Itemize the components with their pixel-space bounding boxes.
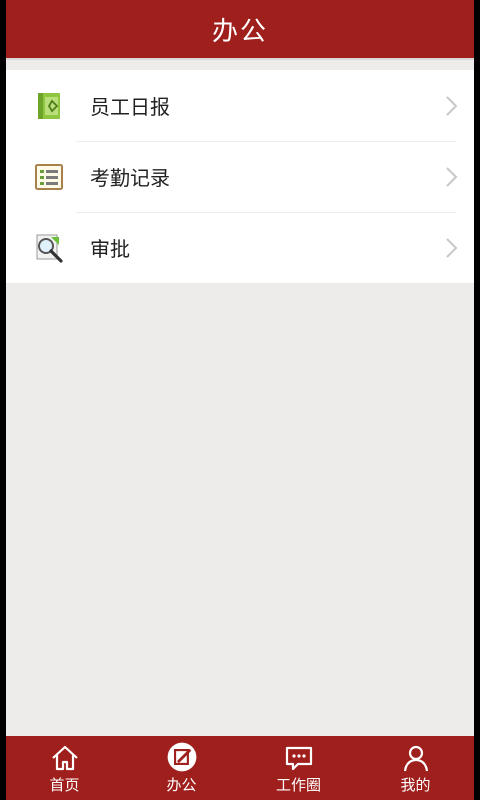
menu-item-approval[interactable]: 审批 [6, 212, 474, 283]
menu-item-label: 审批 [90, 237, 130, 261]
tab-work-circle[interactable]: 工作圈 [240, 736, 357, 800]
magnifier-doc-icon [36, 234, 63, 263]
menu-item-daily-report[interactable]: 员工日报 [6, 70, 474, 141]
tab-mine[interactable]: 我的 [357, 736, 474, 800]
chevron-right-icon [446, 238, 458, 258]
tab-label: 我的 [400, 776, 431, 794]
page-title: 办公 [211, 16, 268, 47]
edit-icon [167, 742, 196, 772]
app-screen: 办公 员工日报 考勤记录 审批 首页 办公 工作圈 我的 [6, 0, 474, 800]
home-icon [51, 745, 78, 771]
tab-label: 工作圈 [275, 776, 321, 794]
chevron-right-icon [446, 96, 458, 116]
menu-item-attendance[interactable]: 考勤记录 [6, 141, 474, 212]
tab-label: 首页 [49, 776, 80, 794]
tab-office[interactable]: 办公 [123, 736, 240, 800]
person-icon [403, 745, 428, 772]
top-bar: 办公 [6, 0, 474, 60]
notebook-icon [38, 93, 60, 119]
menu-item-label: 考勤记录 [90, 166, 170, 190]
tab-home[interactable]: 首页 [6, 736, 123, 800]
bottom-tab-bar: 首页 办公 工作圈 我的 [6, 736, 474, 800]
chat-icon [285, 746, 312, 771]
menu-list: 员工日报 考勤记录 审批 [6, 70, 474, 283]
menu-item-label: 员工日报 [90, 95, 170, 119]
tab-label: 办公 [166, 776, 197, 794]
checklist-icon [35, 164, 63, 190]
chevron-right-icon [446, 167, 458, 187]
